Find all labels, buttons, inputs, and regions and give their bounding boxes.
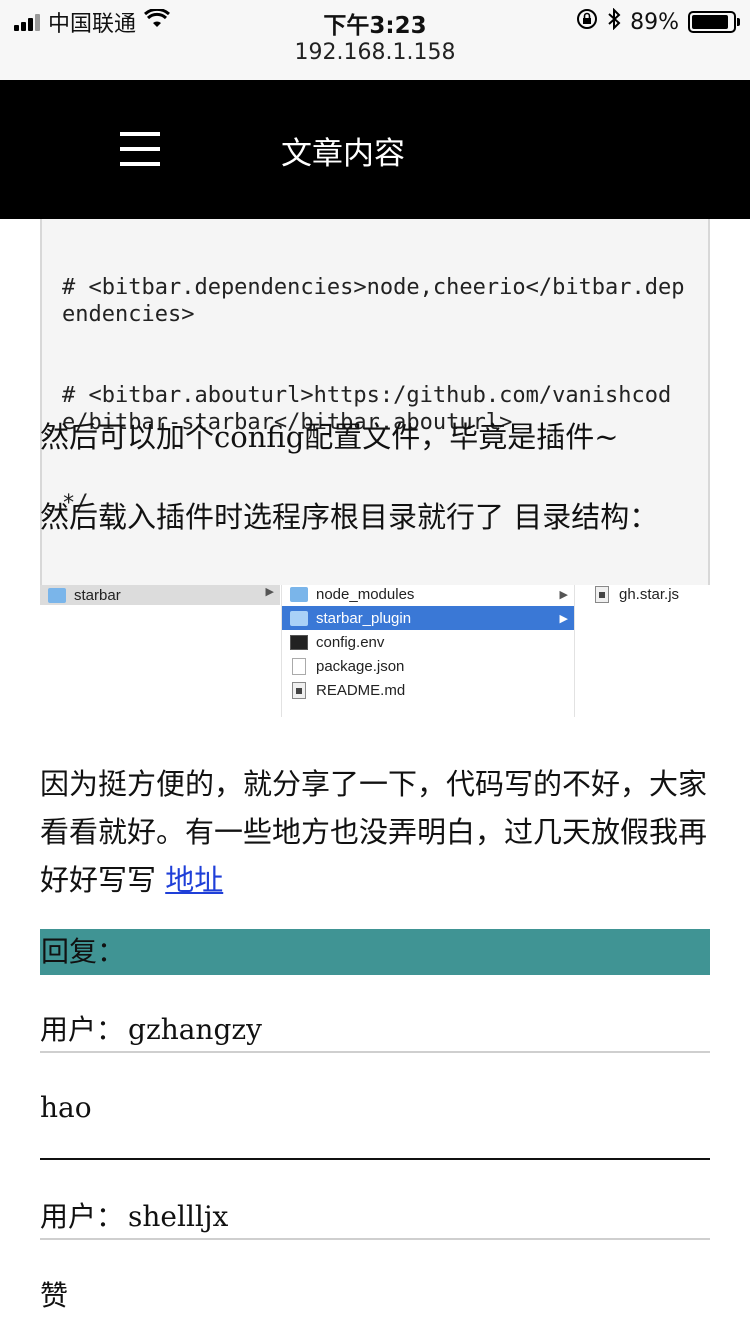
- list-item: node_modules ▶: [282, 582, 574, 606]
- battery-icon: [688, 11, 740, 33]
- paragraph-share: 因为挺方便的，就分享了一下，代码写的不好，大家看看就好。有一些地方也没弄明白，过…: [40, 767, 708, 897]
- user-prefix: 用户：: [40, 1013, 125, 1046]
- bluetooth-icon: [607, 7, 621, 36]
- paragraph-directory: 然后载入插件时选程序根目录就行了 目录结构：: [40, 500, 659, 534]
- chevron-right-icon: ▶: [559, 588, 568, 601]
- finder-column-2: node_modules ▶ starbar_plugin ▶ config.e…: [281, 585, 575, 717]
- reply-comment: hao: [40, 1091, 92, 1124]
- status-bar: 中国联通 下午3:23 89% 192.168.1.158: [0, 0, 750, 80]
- orientation-lock-icon: [576, 8, 598, 36]
- paragraph-config: 然后可以加个config配置文件，毕竟是插件~: [40, 420, 619, 454]
- readme-file-icon: [292, 681, 306, 699]
- finder-column-3: gh.star.js: [585, 585, 710, 717]
- reply-comment: 赞: [40, 1279, 69, 1312]
- hamburger-menu-icon[interactable]: [120, 132, 160, 166]
- status-right: 89%: [576, 7, 740, 36]
- terminal-file-icon: [290, 634, 308, 650]
- document-icon: [292, 657, 306, 675]
- address-url[interactable]: 192.168.1.158: [0, 40, 750, 65]
- app-header: 文章内容: [0, 80, 750, 219]
- page-title: 文章内容: [281, 136, 405, 172]
- code-line: # <bitbar.dependencies>node,cheerio</bit…: [62, 275, 685, 327]
- replies-heading: 回复：: [40, 929, 710, 975]
- reply-divider: [40, 1158, 710, 1160]
- directory-structure-image: starbar ▶ node_modules ▶ starbar_plugin …: [40, 585, 710, 717]
- battery-percent: 89%: [630, 9, 679, 35]
- reply-user: 用户： shellljx: [40, 1194, 710, 1240]
- list-item: config.env: [282, 630, 574, 654]
- list-item: package.json: [282, 654, 574, 678]
- list-item-selected: starbar_plugin ▶: [282, 606, 574, 630]
- username: gzhangzy: [128, 1013, 262, 1046]
- js-file-icon: [595, 585, 609, 603]
- finder-column-1: starbar ▶: [40, 585, 280, 717]
- list-item: gh.star.js: [585, 582, 710, 606]
- user-prefix: 用户：: [40, 1200, 125, 1233]
- folder-icon: [290, 586, 308, 602]
- source-link[interactable]: 地址: [165, 863, 223, 897]
- chevron-right-icon: ▶: [265, 586, 274, 598]
- folder-label: starbar: [74, 586, 121, 604]
- folder-icon: [48, 587, 66, 603]
- username: shellljx: [128, 1200, 229, 1233]
- folder-icon: [290, 610, 308, 626]
- chevron-right-icon: ▶: [559, 612, 568, 625]
- list-item: README.md: [282, 678, 574, 702]
- reply-user: 用户： gzhangzy: [40, 1007, 710, 1053]
